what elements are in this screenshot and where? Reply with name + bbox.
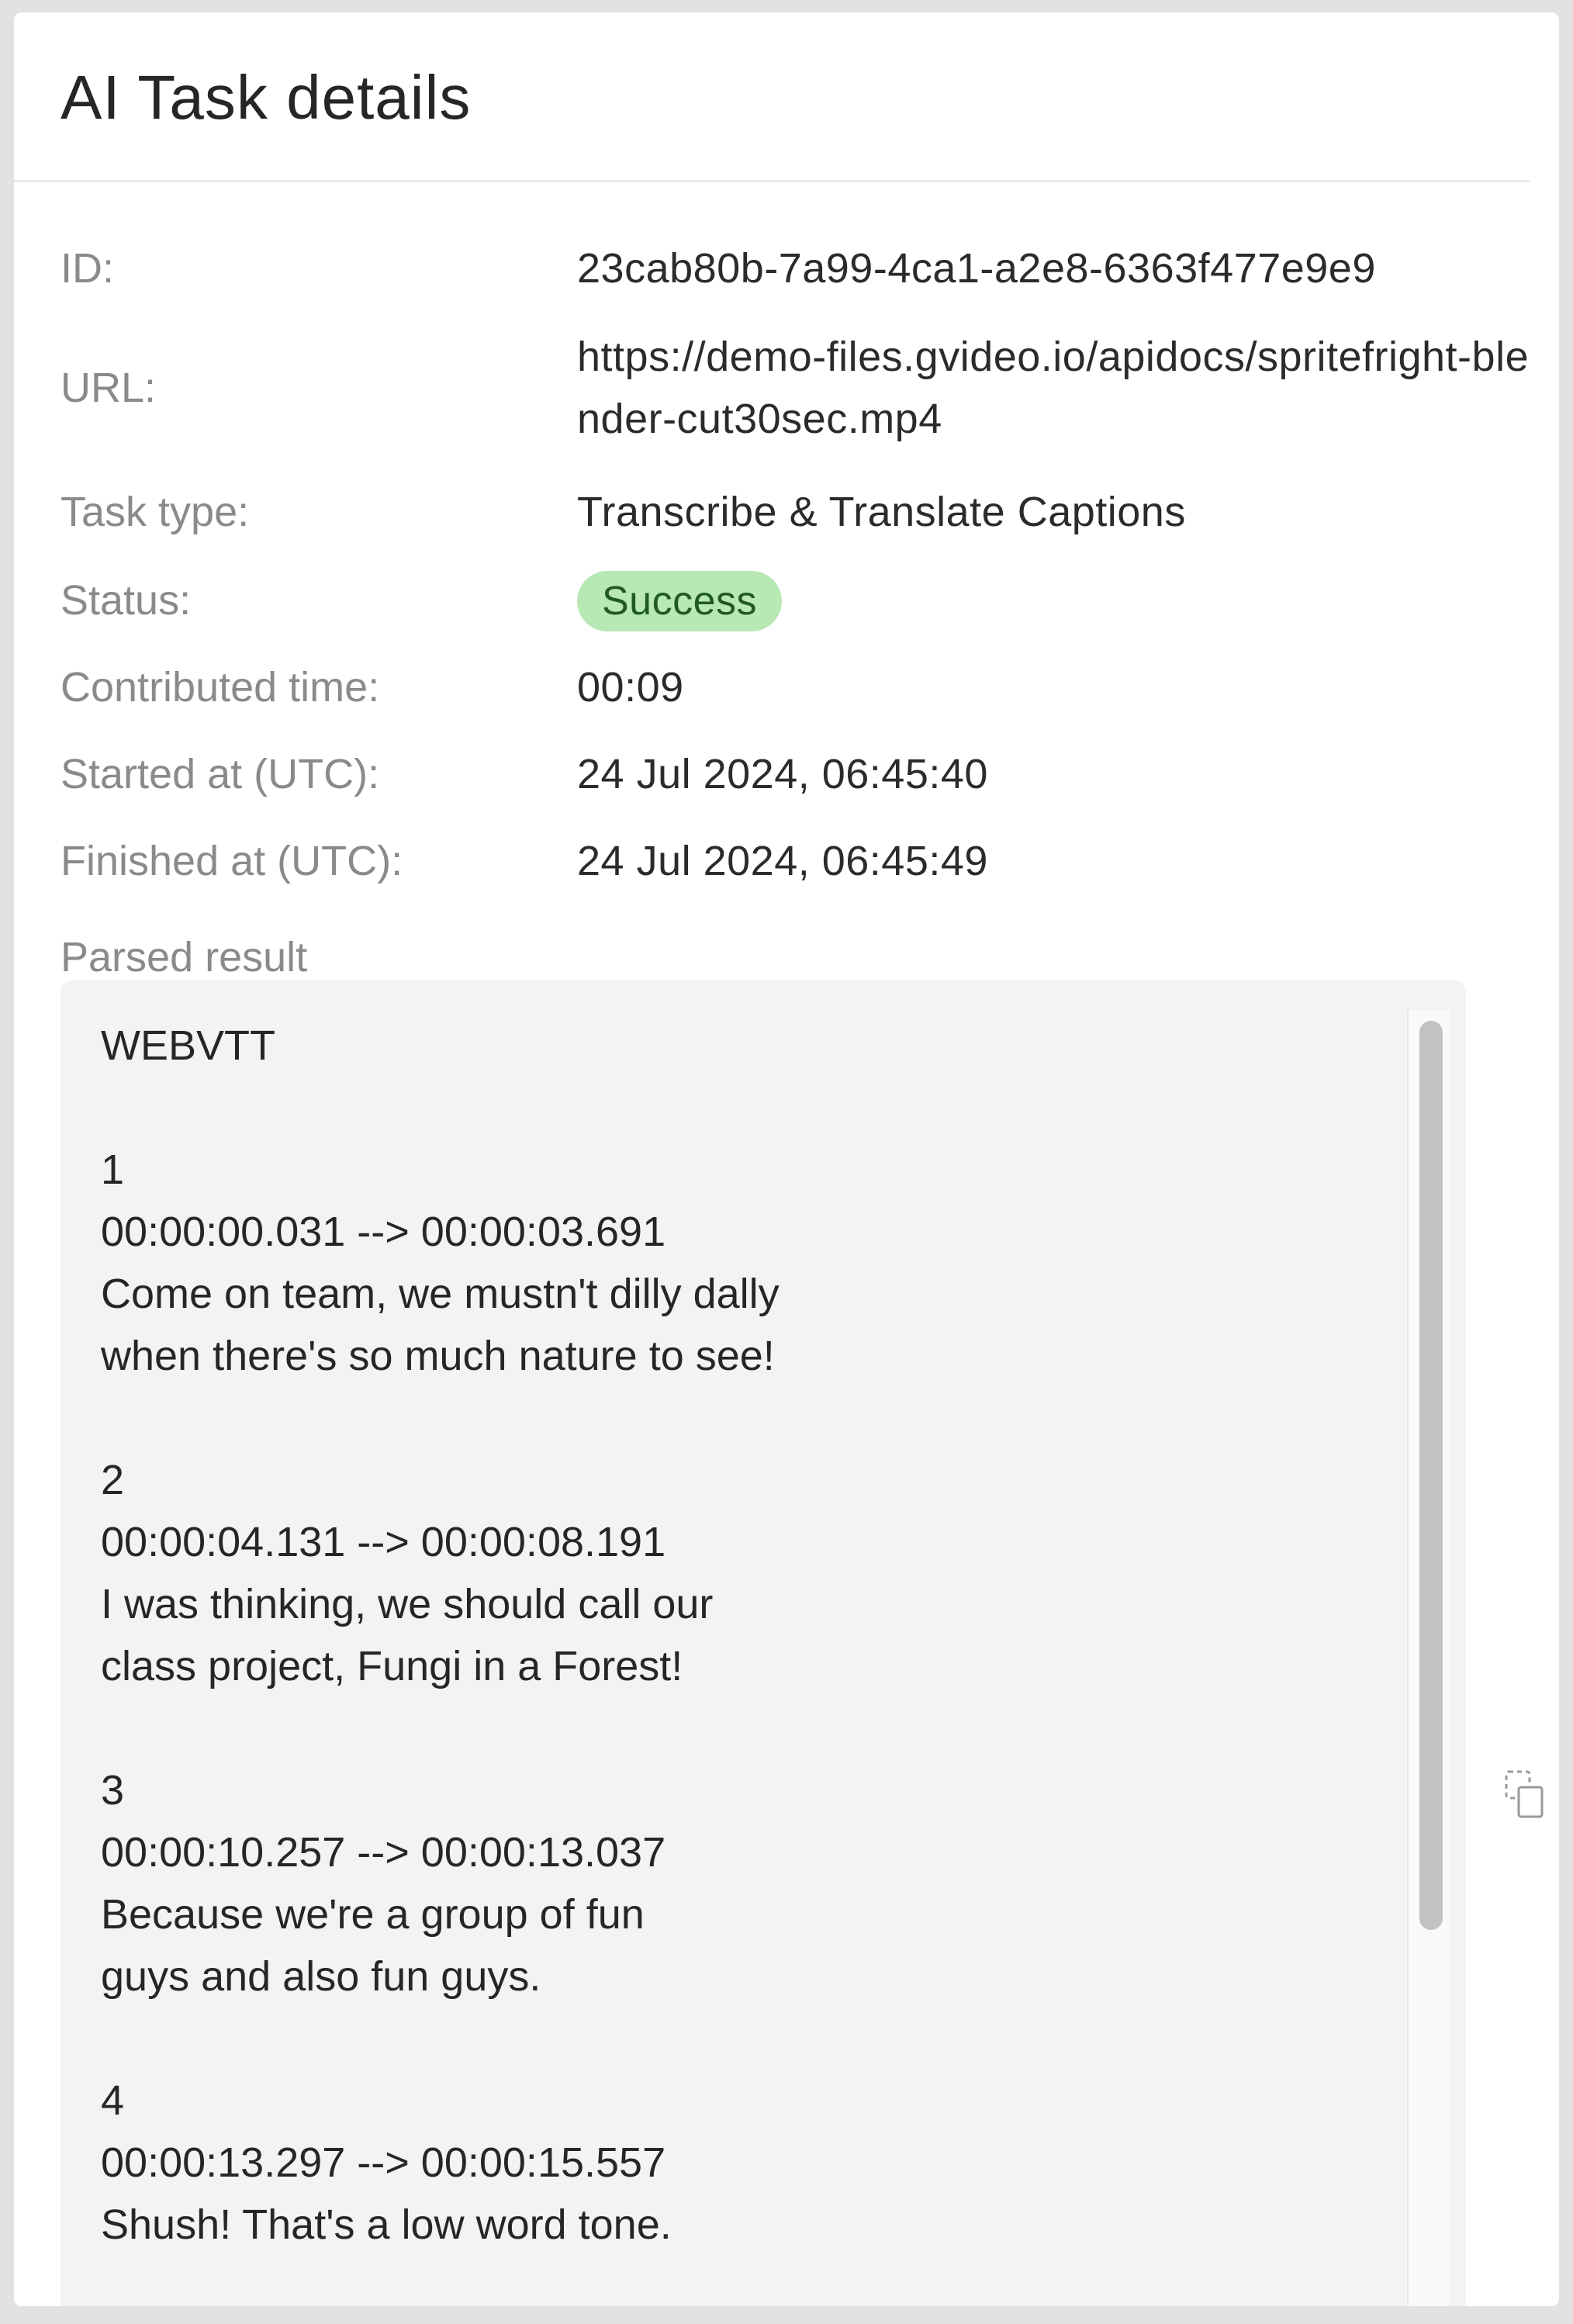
parsed-result-text: WEBVTT 1 00:00:00.031 --> 00:00:03.691 C…	[101, 1022, 780, 2248]
finished-at-value: 24 Jul 2024, 06:45:49	[577, 838, 988, 884]
contributed-time-label: Contributed time:	[60, 664, 380, 711]
task-type-label: Task type:	[60, 489, 250, 535]
task-details-panel: AI Task details ID: 23cab80b-7a99-4ca1-a…	[14, 12, 1559, 2306]
parsed-result-label: Parsed result	[60, 934, 308, 980]
finished-at-label: Finished at (UTC):	[60, 838, 403, 884]
status-value: Success	[577, 569, 783, 631]
parsed-result-box[interactable]: WEBVTT 1 00:00:00.031 --> 00:00:03.691 C…	[60, 980, 1466, 2306]
started-at-value: 24 Jul 2024, 06:45:40	[577, 751, 988, 797]
contributed-time-value: 00:09	[577, 664, 684, 711]
url-value: https://demo-files.gvideo.io/apidocs/spr…	[577, 334, 1530, 442]
page-title: AI Task details	[60, 63, 472, 132]
url-label: URL:	[60, 365, 157, 411]
started-at-label: Started at (UTC):	[60, 751, 380, 797]
status-badge: Success	[577, 571, 783, 631]
panel-header: AI Task details	[14, 12, 1530, 182]
copy-icon[interactable]	[1505, 1770, 1545, 1820]
status-label: Status:	[60, 577, 192, 624]
id-label: ID:	[60, 245, 115, 292]
scrollbar-thumb[interactable]	[1419, 1021, 1443, 1930]
task-type-value: Transcribe & Translate Captions	[577, 489, 1186, 535]
id-value: 23cab80b-7a99-4ca1-a2e8-6363f477e9e9	[577, 245, 1376, 292]
